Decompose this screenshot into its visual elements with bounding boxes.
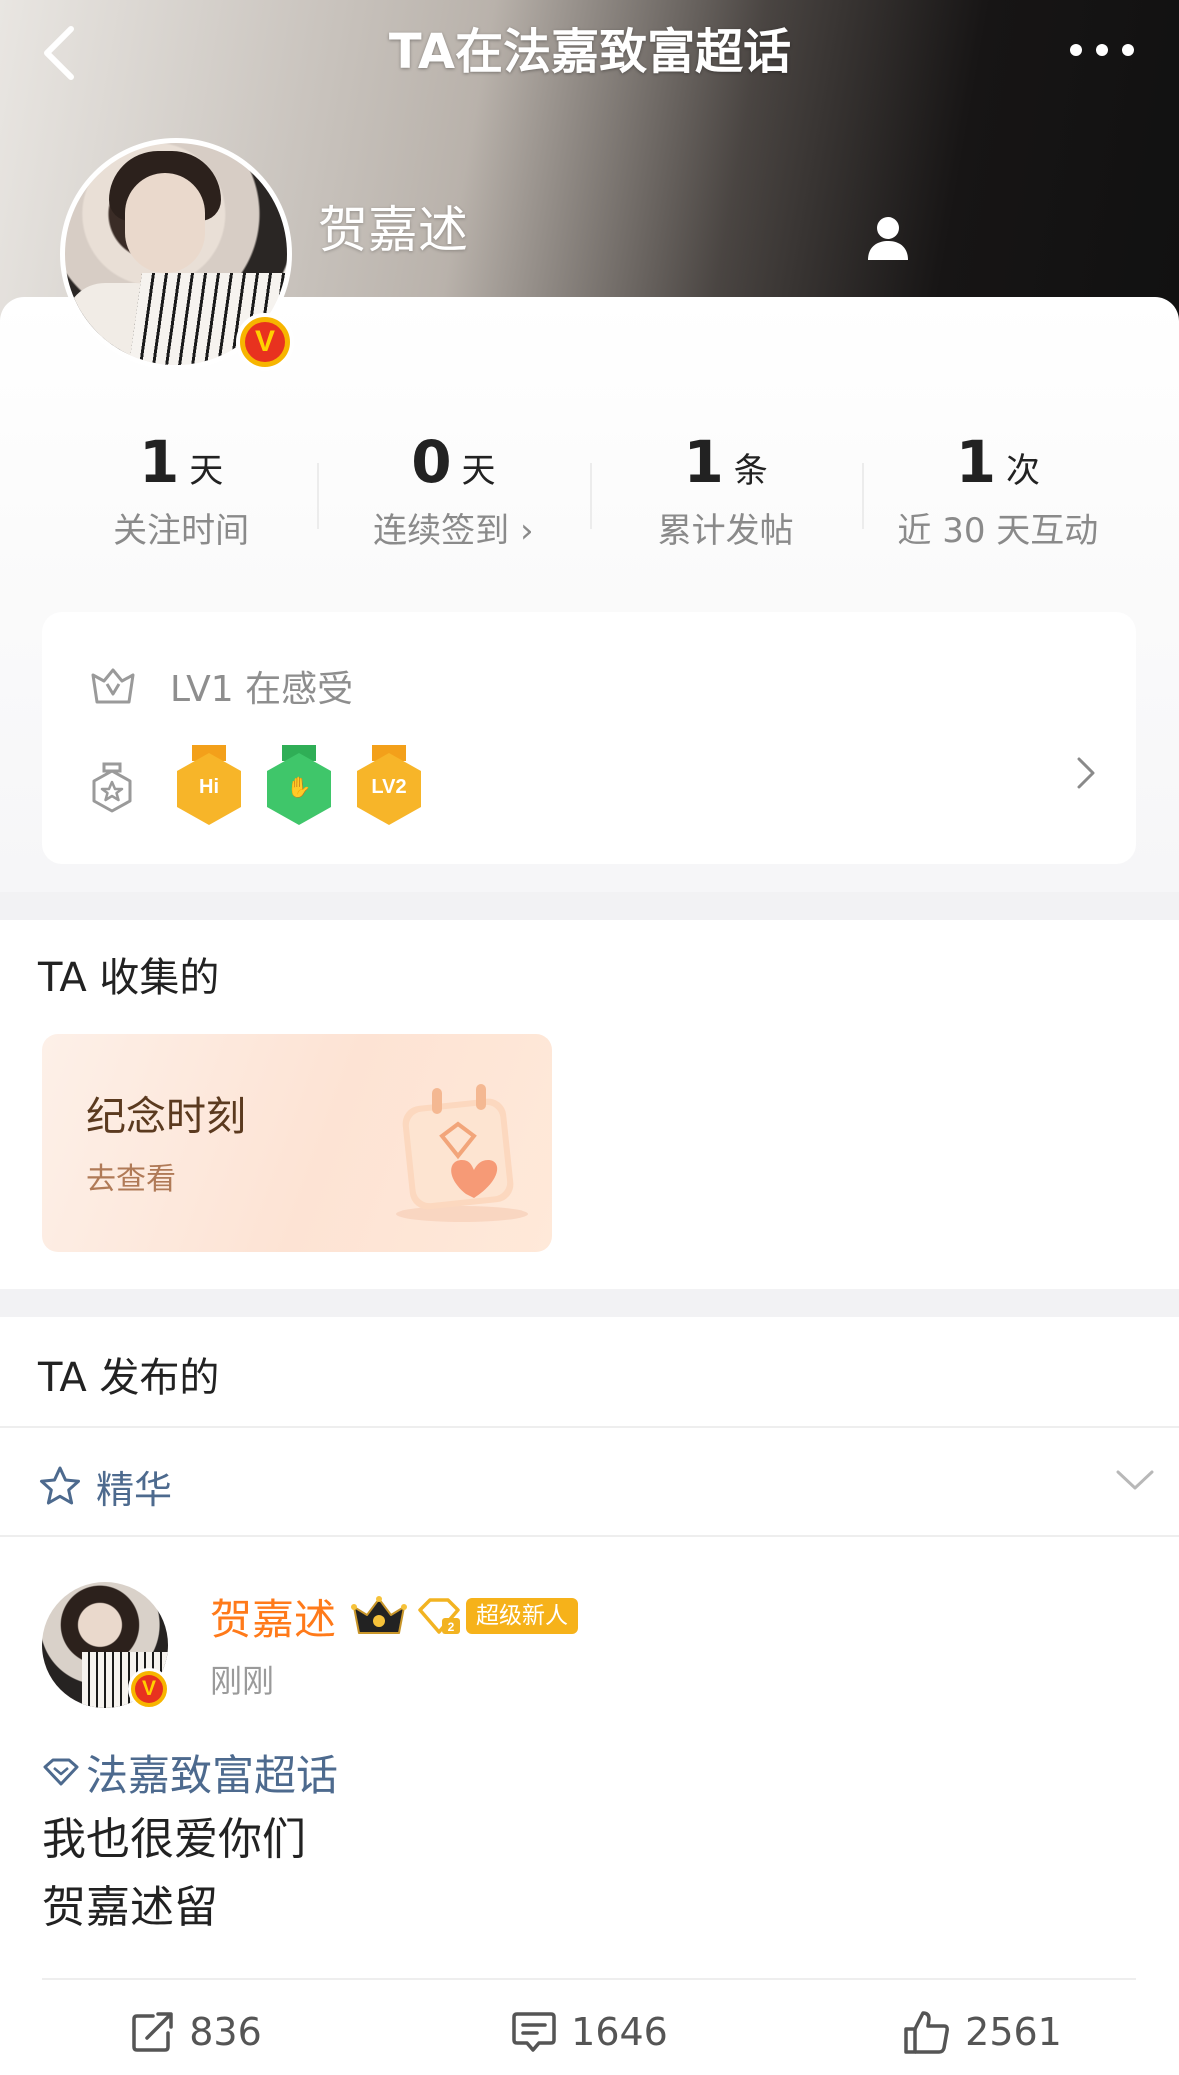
medal-row: Hi ✋ LV2 (90, 742, 422, 832)
chevron-down-icon[interactable] (1115, 1468, 1155, 1492)
level-card[interactable]: LV1 在感受 Hi ✋ LV2 (42, 612, 1136, 864)
thumbs-up-icon (904, 2011, 950, 2054)
fan-badge-icon: 2 (418, 1598, 461, 1634)
crown-icon (351, 1596, 408, 1634)
level-text: LV1 在感受 (170, 669, 354, 710)
person-icon[interactable] (866, 214, 910, 262)
post-verified-badge: V (128, 1668, 170, 1710)
profile-name: 贺嘉述 (318, 201, 468, 259)
crown-outline-icon (91, 668, 135, 704)
level-row: LV1 在感受 (90, 658, 353, 714)
repost-button[interactable]: 836 (0, 2000, 393, 2064)
filter-featured[interactable]: 精华 (38, 1456, 172, 1516)
stat-posts: 1条 累计发帖 (589, 427, 862, 567)
stat-checkin[interactable]: 0天 连续签到 › (317, 427, 589, 567)
section-separator (0, 892, 1179, 920)
section-separator-2 (0, 1289, 1179, 1317)
divider (0, 1426, 1179, 1428)
collected-section-title: TA 收集的 (38, 955, 220, 1001)
calendar-heart-icon (396, 1084, 528, 1222)
post-text-line: 贺嘉述留 (42, 1882, 218, 1933)
verified-badge: V (236, 313, 294, 371)
topic-link[interactable]: 法嘉致富超话 (42, 1742, 338, 1802)
post-actions: 836 1646 2561 (0, 2000, 1179, 2064)
more-button[interactable] (1060, 24, 1144, 76)
comment-button[interactable]: 1646 (393, 2000, 786, 2064)
post-divider (42, 1978, 1136, 1980)
comment-icon (512, 2012, 556, 2052)
page-title: TA在法嘉致富超话 (388, 24, 792, 80)
medal-lv2[interactable]: LV2 (356, 745, 422, 829)
medal-hand[interactable]: ✋ (266, 745, 332, 829)
post-text-line: 我也很爱你们 (42, 1814, 306, 1865)
super-newbie-badge: 超级新人 (466, 1598, 579, 1634)
stats-row: 1天 关注时间 0天 连续签到 › 1条 累计发帖 1次 近 30 天互动 (0, 427, 1179, 567)
memorial-card-title: 纪念时刻 (86, 1094, 246, 1140)
post-author-name[interactable]: 贺嘉述 (210, 1586, 336, 1647)
comment-count: 1646 (571, 2010, 668, 2054)
like-count: 2561 (965, 2010, 1062, 2054)
top-bar: TA在法嘉致富超话 (0, 0, 1179, 110)
divider (0, 1535, 1179, 1537)
memorial-card[interactable]: 纪念时刻 去查看 (42, 1034, 552, 1252)
filter-label: 精华 (96, 1467, 173, 1512)
diamond-icon (43, 1758, 79, 1786)
chevron-right-icon (1077, 757, 1095, 789)
posts-section-title: TA 发布的 (38, 1355, 220, 1401)
topic-text: 法嘉致富超话 (86, 1750, 339, 1800)
repost-count: 836 (189, 2010, 262, 2054)
back-button[interactable] (28, 18, 88, 88)
medal-hi[interactable]: Hi (176, 745, 242, 829)
memorial-card-link[interactable]: 去查看 (86, 1154, 176, 1198)
more-icon (1070, 44, 1134, 56)
repost-icon (132, 2012, 173, 2052)
stat-interactions: 1次 近 30 天互动 (861, 427, 1134, 567)
back-icon (44, 26, 74, 80)
post-author-row: 贺嘉述 2 超级新人 (210, 1586, 579, 1647)
stats-card: 1天 关注时间 0天 连续签到 › 1条 累计发帖 1次 近 30 天互动 LV… (0, 297, 1179, 892)
stat-follow-time: 1天 关注时间 (113, 428, 250, 551)
svg-text:2: 2 (448, 1620, 455, 1634)
medal-outline-icon (92, 762, 132, 813)
post-time: 刚刚 (210, 1662, 275, 1700)
star-icon (40, 1466, 80, 1505)
like-button[interactable]: 2561 (786, 2000, 1179, 2064)
